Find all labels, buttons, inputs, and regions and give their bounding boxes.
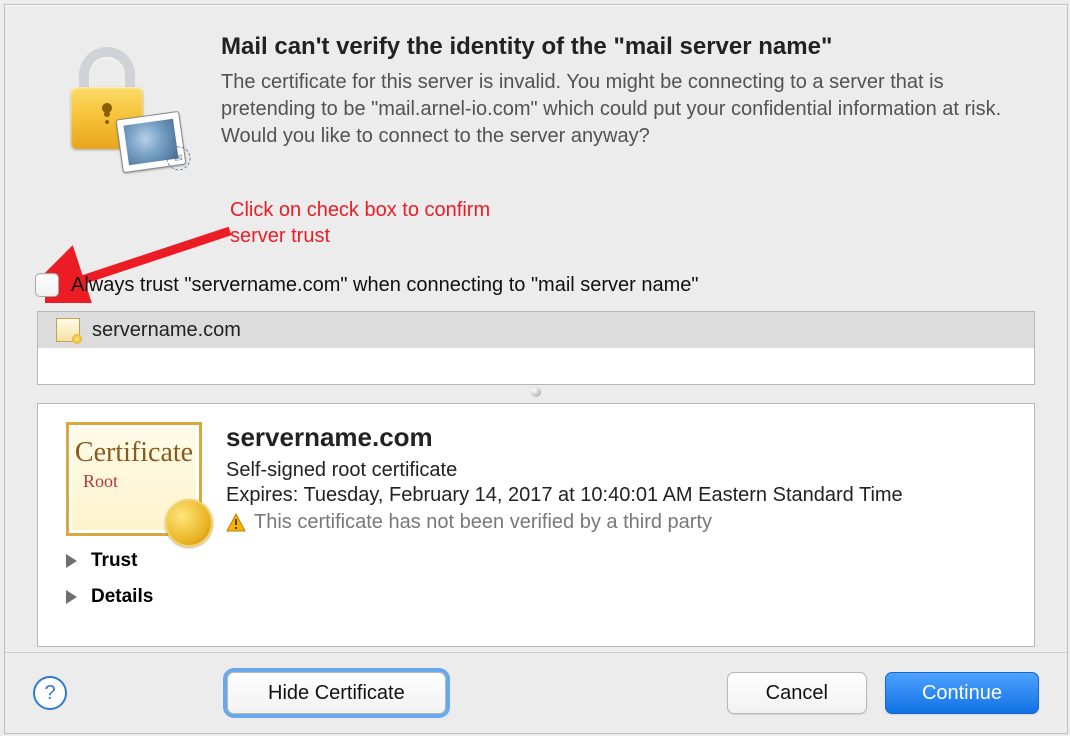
dialog-header: ✉ Mail can't verify the identity of the … (5, 5, 1067, 163)
disclosure-details[interactable]: Details (66, 586, 1006, 608)
resize-handle-icon[interactable] (531, 387, 541, 397)
always-trust-label: Always trust "servername.com" when conne… (71, 274, 699, 297)
dialog-title: Mail can't verify the identity of the "m… (221, 33, 1035, 61)
certificate-warning-text: This certificate has not been verified b… (254, 511, 712, 534)
disclosure-triangle-icon (66, 554, 77, 568)
certificate-icon-title: Certificate (69, 437, 199, 469)
disclosure-details-label: Details (91, 586, 153, 608)
dialog-description: The certificate for this server is inval… (221, 69, 1035, 150)
disclosure-triangle-icon (66, 590, 77, 604)
continue-label: Continue (922, 682, 1002, 705)
certificate-type: Self-signed root certificate (226, 459, 1006, 482)
certificate-icon-root: Root (83, 471, 118, 492)
certificate-list-blank-row (38, 348, 1034, 384)
certificate-expires: Expires: Tuesday, February 14, 2017 at 1… (226, 484, 1006, 507)
certificate-trust-dialog: ✉ Mail can't verify the identity of the … (4, 4, 1068, 734)
warning-icon (226, 513, 246, 533)
certificate-large-icon: Certificate Root (66, 422, 202, 536)
certificate-name: servername.com (226, 422, 1006, 453)
always-trust-checkbox[interactable] (35, 273, 59, 297)
certificate-list-item-label: servername.com (92, 319, 241, 342)
cancel-button[interactable]: Cancel (727, 672, 867, 714)
cancel-label: Cancel (766, 682, 828, 705)
help-button[interactable]: ? (33, 676, 67, 710)
disclosure-trust[interactable]: Trust (66, 550, 1006, 572)
hide-certificate-label: Hide Certificate (268, 682, 405, 705)
certificate-icon (56, 318, 80, 342)
always-trust-row: Always trust "servername.com" when conne… (35, 273, 699, 297)
help-icon: ? (44, 682, 55, 705)
dialog-message: Mail can't verify the identity of the "m… (173, 33, 1035, 150)
annotation-line1: Click on check box to confirm (230, 199, 490, 221)
hide-certificate-button[interactable]: Hide Certificate (227, 672, 446, 714)
lock-mail-icon: ✉ (53, 33, 173, 163)
certificate-details-panel: Certificate Root servername.com Self-sig… (37, 403, 1035, 647)
annotation-text: Click on check box to confirm server tru… (230, 197, 490, 249)
disclosure-trust-label: Trust (91, 550, 137, 572)
dialog-footer: ? Hide Certificate Cancel Continue (5, 652, 1067, 733)
certificate-chain-list[interactable]: servername.com (37, 311, 1035, 385)
certificate-list-item[interactable]: servername.com (38, 312, 1034, 348)
continue-button[interactable]: Continue (885, 672, 1039, 714)
annotation-line2: server trust (230, 225, 330, 247)
